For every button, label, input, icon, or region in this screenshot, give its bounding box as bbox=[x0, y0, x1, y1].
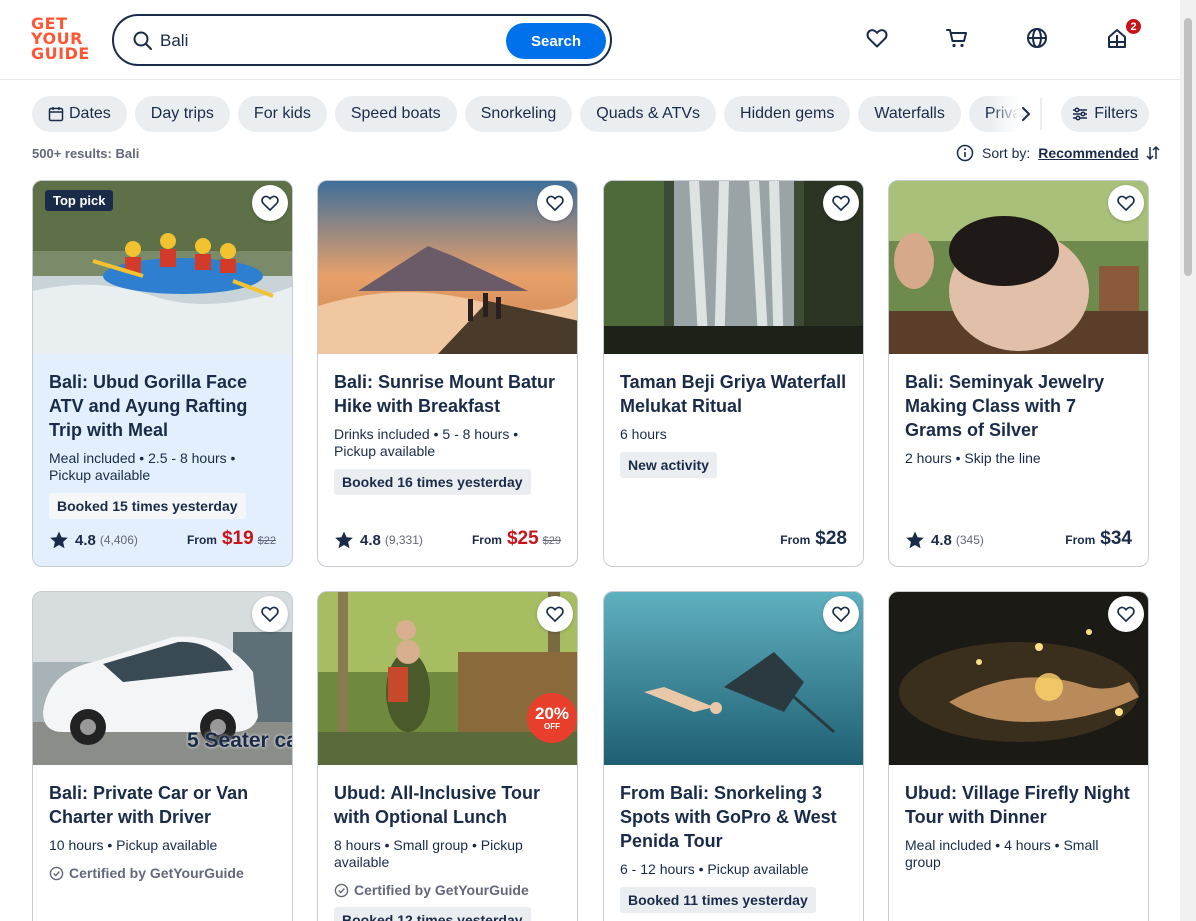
price: From $19 $22 bbox=[186, 528, 276, 549]
activity-title[interactable]: Bali: Seminyak Jewelry Making Class with… bbox=[905, 370, 1132, 442]
sort-label: Sort by: bbox=[982, 145, 1031, 161]
activity-title[interactable]: Bali: Sunrise Mount Batur Hike with Brea… bbox=[334, 370, 561, 418]
wishlist-heart-icon[interactable] bbox=[252, 596, 288, 632]
activity-card[interactable]: Taman Beji Griya Waterfall Melukat Ritua… bbox=[603, 180, 864, 567]
scrollbar-thumb[interactable] bbox=[1184, 18, 1192, 276]
activity-meta: 6 hours bbox=[620, 426, 667, 442]
activity-card[interactable]: 20% OFF Ubud: All-Inclusive Tour with Opt… bbox=[317, 591, 578, 921]
activity-card[interactable]: Ubud: Village Firefly Night Tour with Di… bbox=[888, 591, 1149, 921]
chip-snorkeling[interactable]: Snorkeling bbox=[464, 96, 573, 132]
chip-dates[interactable]: Dates bbox=[32, 96, 127, 132]
activity-card[interactable]: Top pick Bali: Ubud Gorilla Face ATV and… bbox=[32, 180, 293, 567]
top-pick-badge: Top pick bbox=[45, 190, 114, 211]
activity-meta: Drinks included • 5 - 8 hours • Pickup a… bbox=[334, 426, 519, 459]
rating: 4.8 (345) bbox=[905, 530, 984, 550]
activity-title[interactable]: Bali: Private Car or Van Charter with Dr… bbox=[49, 781, 276, 829]
activity-card[interactable]: Bali: Seminyak Jewelry Making Class with… bbox=[888, 180, 1149, 567]
activity-card[interactable]: 5 Seater ca Bali: Private Car or Van Cha… bbox=[32, 591, 293, 921]
sort-value[interactable]: Recommended bbox=[1038, 145, 1138, 161]
chip-waterfalls[interactable]: Waterfalls bbox=[858, 96, 961, 132]
booking-tag: Booked 11 times yesterday bbox=[620, 887, 816, 913]
activity-image[interactable]: Top pick bbox=[33, 181, 292, 354]
chip-hidden-gems[interactable]: Hidden gems bbox=[724, 96, 851, 132]
rating: 4.8 (9,331) bbox=[334, 530, 423, 550]
activity-image[interactable]: 20% OFF bbox=[318, 592, 577, 765]
check-badge-icon bbox=[334, 883, 349, 897]
activity-meta: 10 hours • Pickup available bbox=[49, 837, 218, 853]
chip-quads-atvs[interactable]: Quads & ATVs bbox=[580, 96, 717, 132]
activity-image[interactable]: 5 Seater ca bbox=[33, 592, 292, 765]
chevron-right-icon[interactable] bbox=[1014, 102, 1038, 126]
heart-icon[interactable] bbox=[863, 24, 891, 52]
activity-image[interactable] bbox=[604, 592, 863, 765]
activity-card[interactable]: From Bali: Snorkeling 3 Spots with GoPro… bbox=[603, 591, 864, 921]
booking-tag: Booked 15 times yesterday bbox=[49, 493, 246, 519]
check-badge-icon bbox=[49, 866, 64, 880]
chip-speed-boats[interactable]: Speed boats bbox=[334, 96, 457, 132]
activity-title[interactable]: Bali: Ubud Gorilla Face ATV and Ayung Ra… bbox=[49, 370, 276, 442]
search-input[interactable] bbox=[160, 28, 490, 54]
notification-badge: 2 bbox=[1124, 17, 1143, 36]
activity-meta: 8 hours • Small group • Pickup available bbox=[334, 837, 523, 870]
activity-title[interactable]: From Bali: Snorkeling 3 Spots with GoPro… bbox=[620, 781, 847, 853]
activity-image[interactable] bbox=[318, 181, 577, 354]
price: From $34 bbox=[1065, 528, 1132, 549]
activity-meta: 6 - 12 hours • Pickup available bbox=[620, 861, 809, 877]
wishlist-heart-icon[interactable] bbox=[823, 185, 859, 221]
activity-image[interactable] bbox=[889, 592, 1148, 765]
star-icon bbox=[906, 531, 924, 549]
globe-icon[interactable] bbox=[1023, 24, 1051, 52]
image-caption: 5 Seater ca bbox=[187, 729, 292, 752]
sliders-icon bbox=[1073, 107, 1088, 121]
results-count: 500+ results: Bali bbox=[32, 146, 140, 161]
getyourguide-logo[interactable]: GET YOUR GUIDE bbox=[31, 16, 91, 64]
activity-meta: Meal included • 4 hours • Small group bbox=[905, 837, 1099, 870]
wishlist-heart-icon[interactable] bbox=[1108, 185, 1144, 221]
price: From $25 $29 bbox=[471, 528, 561, 549]
wishlist-heart-icon[interactable] bbox=[252, 185, 288, 221]
filters-button[interactable]: Filters bbox=[1061, 96, 1149, 132]
booking-tag: Booked 12 times yesterday bbox=[334, 907, 531, 921]
booking-tag: Booked 16 times yesterday bbox=[334, 469, 531, 495]
wishlist-heart-icon[interactable] bbox=[537, 185, 573, 221]
calendar-icon bbox=[48, 107, 64, 122]
price: From $28 bbox=[780, 528, 847, 549]
star-icon bbox=[50, 531, 68, 549]
activity-card[interactable]: Bali: Sunrise Mount Batur Hike with Brea… bbox=[317, 180, 578, 567]
search-button[interactable]: Search bbox=[506, 23, 606, 59]
info-icon[interactable] bbox=[956, 144, 974, 162]
chip-day-trips[interactable]: Day trips bbox=[134, 96, 230, 132]
search-bar: Search bbox=[112, 14, 612, 66]
page-scrollbar[interactable] bbox=[1180, 0, 1196, 921]
certified-label: Certified by GetYourGuide bbox=[334, 882, 561, 898]
activity-title[interactable]: Ubud: Village Firefly Night Tour with Di… bbox=[905, 781, 1132, 829]
certified-label: Certified by GetYourGuide bbox=[49, 865, 276, 881]
activity-title[interactable]: Ubud: All-Inclusive Tour with Optional L… bbox=[334, 781, 561, 829]
rating: 4.8 (4,406) bbox=[49, 530, 138, 550]
activity-title[interactable]: Taman Beji Griya Waterfall Melukat Ritua… bbox=[620, 370, 847, 418]
cart-icon[interactable] bbox=[943, 24, 971, 52]
sort-arrows-icon[interactable] bbox=[1145, 145, 1161, 161]
activity-image[interactable] bbox=[604, 181, 863, 354]
activity-image[interactable] bbox=[889, 181, 1148, 354]
filter-chips: Dates Day trips For kids Speed boats Snorke… bbox=[32, 96, 1042, 132]
activity-meta: Meal included • 2.5 - 8 hours • Pickup a… bbox=[49, 450, 236, 483]
wishlist-heart-icon[interactable] bbox=[823, 596, 859, 632]
activity-meta: 2 hours • Skip the line bbox=[905, 450, 1041, 466]
chip-for-kids[interactable]: For kids bbox=[237, 96, 327, 132]
wishlist-heart-icon[interactable] bbox=[1108, 596, 1144, 632]
new-activity-tag: New activity bbox=[620, 452, 717, 478]
star-icon bbox=[335, 531, 353, 549]
sort-control[interactable]: Sort by: Recommended bbox=[956, 144, 1161, 162]
wishlist-heart-icon[interactable] bbox=[537, 596, 573, 632]
discount-badge: 20% OFF bbox=[527, 693, 577, 743]
site-header: GET YOUR GUIDE Search 2 bbox=[0, 0, 1180, 80]
search-icon bbox=[132, 30, 154, 52]
